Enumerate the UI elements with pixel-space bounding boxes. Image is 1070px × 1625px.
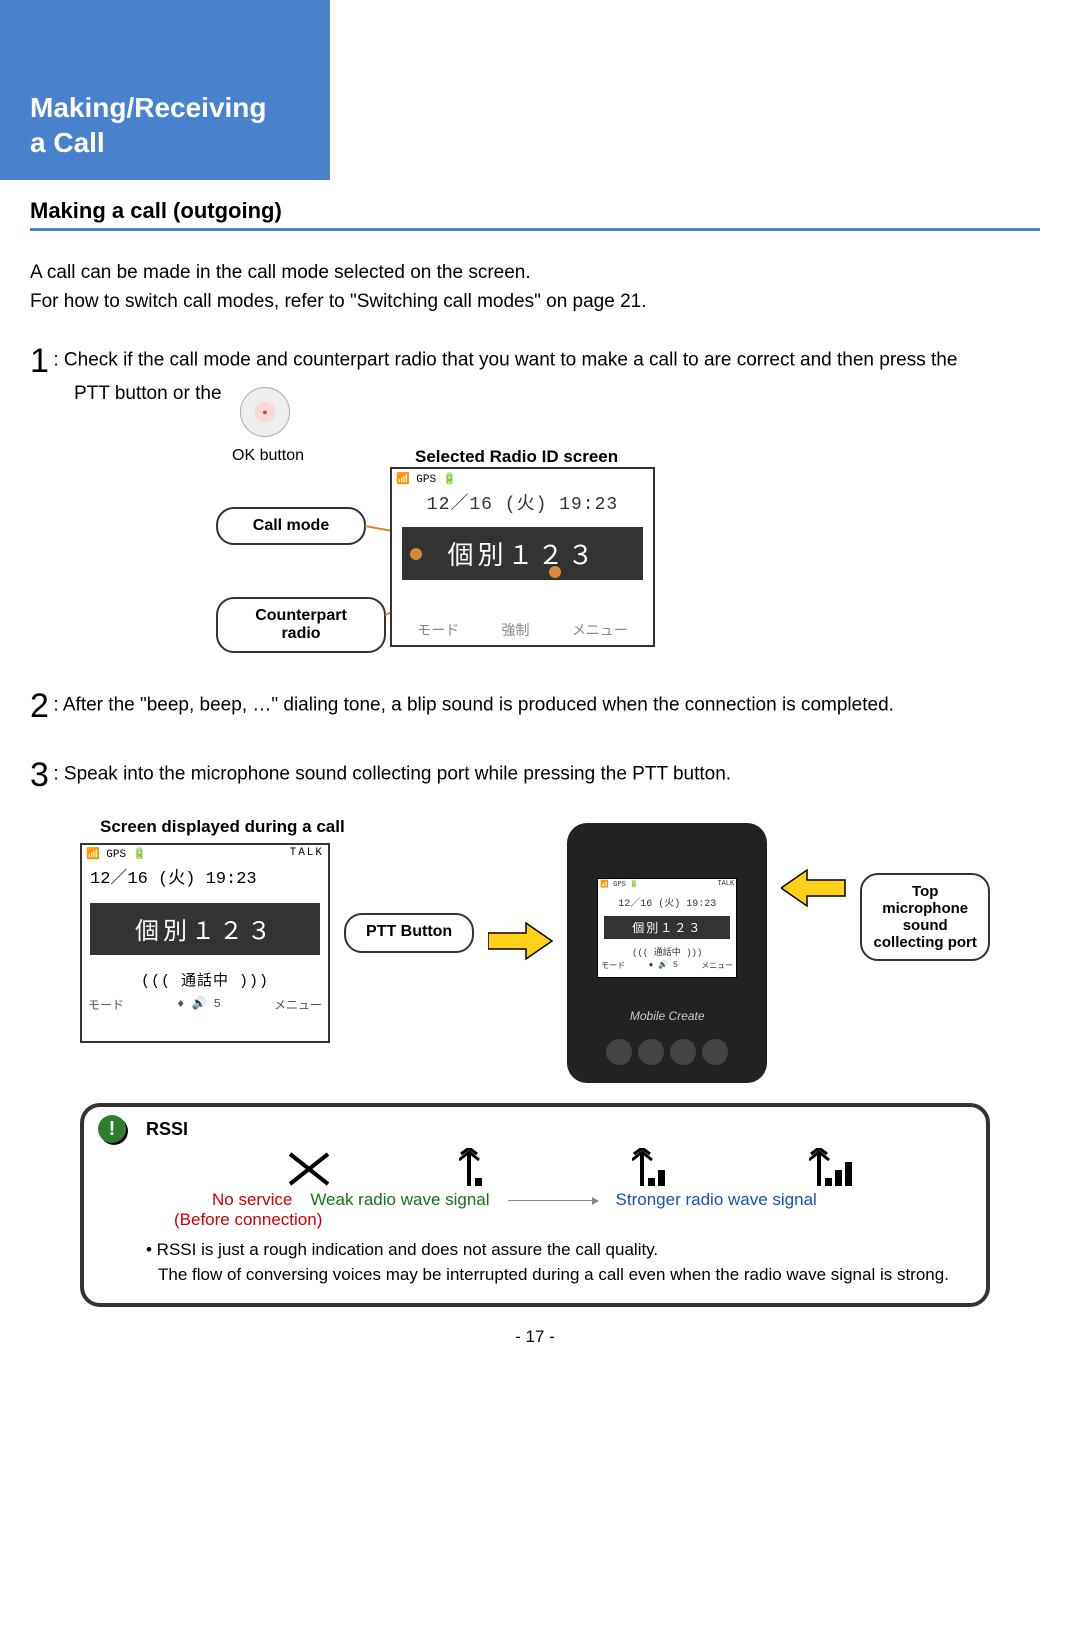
rssi-title: RSSI [146, 1119, 968, 1140]
device-buttons [567, 1039, 767, 1065]
step-3: 3 : Speak into the microphone sound coll… [30, 756, 1040, 795]
strong-signal-label: Stronger radio wave signal [616, 1190, 817, 1210]
screen2-br: メニュー [274, 996, 322, 1013]
step-1-number: 1 [30, 342, 49, 380]
screen2-bl: モード [88, 996, 124, 1013]
device-datetime: 12／16 (火) 19:23 [598, 890, 736, 910]
screen1-datetime: 12／16 (火) 19:23 [392, 489, 653, 515]
signal-3-icon [809, 1148, 865, 1188]
step-1: 1 : Check if the call mode and counterpa… [30, 342, 1040, 405]
step-1-text-2: PTT button or the [74, 383, 222, 404]
before-connection-label: (Before connection) [174, 1210, 968, 1230]
top-microphone-callout: Top microphone sound collecting port [860, 873, 990, 961]
dot-icon [549, 566, 561, 578]
screen2-talk: TALK [290, 847, 324, 861]
dot-icon [410, 548, 422, 560]
step-2-number: 2 [30, 687, 49, 725]
arrow-right-icon [488, 921, 553, 961]
step-2-text: : After the "beep, beep, …" dialing tone… [53, 695, 894, 716]
device-talk: TALK [717, 880, 734, 889]
device-status: 📶 GPS 🔋 [600, 880, 638, 889]
arrow-left-icon [781, 868, 846, 908]
diagram-during-call: 📶 GPS 🔋 TALK 12／16 (火) 19:23 個別１２３ ((( 通… [80, 843, 1040, 1083]
chapter-title-line2: a Call [30, 125, 300, 160]
arrow-line-icon [508, 1200, 598, 1201]
screen1-id-text: 個別１２３ [447, 542, 597, 572]
screen2-datetime: 12／16 (火) 19:23 [82, 863, 328, 889]
signal-2-icon [632, 1148, 682, 1188]
step-3-number: 3 [30, 756, 49, 794]
intro-line1: A call can be made in the call mode sele… [30, 259, 1040, 288]
screen2-id: 個別１２３ [90, 903, 320, 955]
device-bl: モード [601, 960, 625, 971]
rssi-info-box: ! RSSI No service Weak radio wave signal [80, 1103, 990, 1307]
radio-screen-1: 📶 GPS 🔋 12／16 (火) 19:23 個別１２３ モード 強制 メニュ… [390, 467, 655, 647]
page-number: - 17 - [0, 1327, 1070, 1347]
device-bm: ♦ 🔊 5 [649, 960, 678, 971]
step-1-text: : Check if the call mode and counterpart… [53, 350, 957, 371]
step-2: 2 : After the "beep, beep, …" dialing to… [30, 687, 1040, 726]
screen2-conversing: ((( 通話中 ))) [82, 969, 328, 990]
screen2-bm: ♦ 🔊 5 [177, 996, 221, 1013]
rssi-labels-row: No service Weak radio wave signal Strong… [212, 1190, 968, 1210]
rssi-note: • RSSI is just a rough indication and do… [146, 1238, 968, 1287]
section-title: Making a call (outgoing) [30, 198, 1070, 224]
screen1-bottom-row: モード 強制 メニュー [392, 614, 653, 642]
chapter-title-line1: Making/Receiving [30, 90, 300, 125]
intro-paragraph: A call can be made in the call mode sele… [30, 259, 1040, 316]
radio-screen-2: 📶 GPS 🔋 TALK 12／16 (火) 19:23 個別１２３ ((( 通… [80, 843, 330, 1043]
screen1-status: 📶 GPS 🔋 [392, 469, 653, 489]
signal-1-icon [459, 1148, 505, 1188]
device-brand: Mobile Create [567, 1009, 767, 1023]
diagram-selected-radio: ● OK button Selected Radio ID screen Cal… [200, 427, 1040, 667]
rssi-icon-row [222, 1146, 928, 1188]
device-screen: 📶 GPS 🔋 TALK 12／16 (火) 19:23 個別１２３ ((( 通… [597, 878, 737, 978]
device-conversing: ((( 通話中 ))) [598, 945, 736, 958]
selected-radio-id-label: Selected Radio ID screen [415, 447, 618, 467]
chapter-header: Making/Receiving a Call [0, 0, 330, 180]
no-service-label: No service [212, 1190, 292, 1210]
rssi-note-bullet: • RSSI is just a rough indication and do… [146, 1238, 968, 1263]
screen1-bl: モード [417, 620, 459, 640]
ok-button-label: OK button [232, 447, 304, 465]
screen2-status: 📶 GPS 🔋 [86, 847, 146, 861]
screen1-bm: 強制 [501, 620, 529, 640]
ptt-button-callout: PTT Button [344, 913, 474, 953]
counterpart-callout: Counterpart radio [216, 597, 386, 653]
intro-line2: For how to switch call modes, refer to "… [30, 288, 1040, 317]
info-icon: ! [98, 1115, 126, 1143]
ok-button-icon: ● [240, 387, 290, 437]
no-service-icon [286, 1148, 332, 1188]
step-3-text: : Speak into the microphone sound collec… [53, 764, 731, 785]
radio-device-illustration: 📶 GPS 🔋 TALK 12／16 (火) 19:23 個別１２３ ((( 通… [567, 823, 767, 1083]
screen1-br: メニュー [572, 620, 628, 640]
device-id: 個別１２３ [604, 916, 730, 939]
device-br: メニュー [701, 960, 733, 971]
rssi-note-body: The flow of conversing voices may be int… [158, 1263, 968, 1288]
screen1-id-box: 個別１２３ [402, 527, 643, 580]
weak-signal-label: Weak radio wave signal [310, 1190, 489, 1210]
call-mode-callout: Call mode [216, 507, 366, 545]
section-underline [30, 228, 1040, 231]
